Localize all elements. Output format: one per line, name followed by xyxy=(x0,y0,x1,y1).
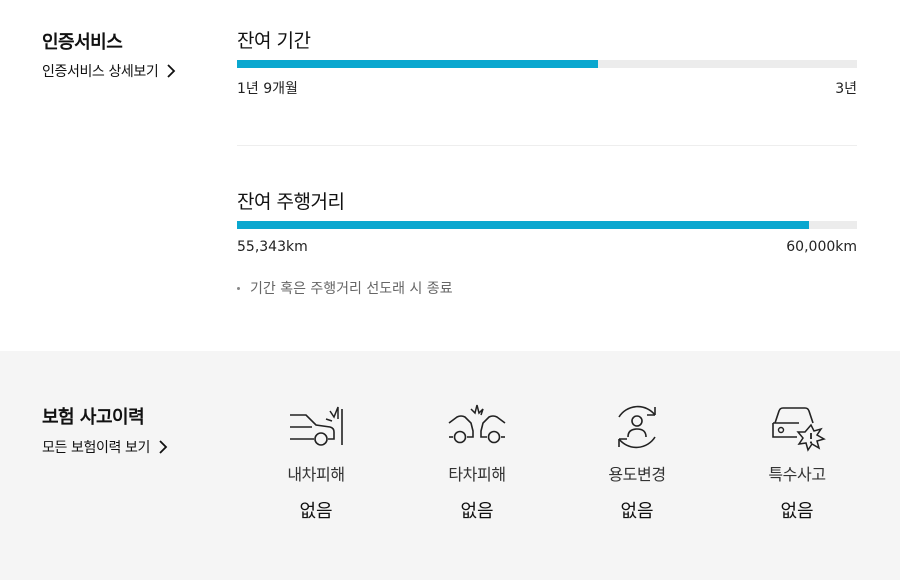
remaining-period-label: 잔여 기간 xyxy=(237,30,311,52)
remaining-mileage-label: 잔여 주행거리 xyxy=(237,191,345,213)
remaining-mileage-current: 55,343km xyxy=(237,239,308,255)
remaining-mileage-total: 60,000km xyxy=(786,239,857,255)
accident-item-value: 없음 xyxy=(460,501,494,522)
insurance-history-panel: 보험 사고이력 모든 보험이력 보기 내차피해 없음 타차피해 없음 용도변경 … xyxy=(0,351,900,580)
accident-item-label: 용도변경 xyxy=(608,465,666,484)
accident-item-value: 없음 xyxy=(780,501,814,522)
insurance-history-link-label: 모든 보험이력 보기 xyxy=(42,440,150,456)
expiry-note-text: 기간 혹은 주행거리 선도래 시 종료 xyxy=(250,281,453,297)
remaining-period-bar xyxy=(237,60,857,68)
insurance-section-title: 보험 사고이력 xyxy=(42,407,145,428)
remaining-period-total: 3년 xyxy=(835,81,857,97)
cert-detail-link-label: 인증서비스 상세보기 xyxy=(42,64,159,80)
cert-section-title: 인증서비스 xyxy=(42,32,123,53)
other-car-damage-icon xyxy=(448,404,506,444)
remaining-period-current: 1년 9개월 xyxy=(237,81,298,97)
accident-item-value: 없음 xyxy=(299,501,333,522)
accident-item-value: 없음 xyxy=(620,501,654,522)
chevron-right-icon xyxy=(159,440,168,454)
accident-item-usage-change: 용도변경 없음 xyxy=(577,401,697,523)
remaining-period-bar-fill xyxy=(237,60,599,68)
remaining-mileage-bar-fill xyxy=(237,221,809,229)
accident-item-label: 내차피해 xyxy=(287,465,345,484)
bullet-dot xyxy=(237,286,240,290)
accident-item-special: 특수사고 없음 xyxy=(737,401,857,523)
insurance-history-link[interactable]: 모든 보험이력 보기 xyxy=(42,437,170,457)
cert-detail-link[interactable]: 인증서비스 상세보기 xyxy=(42,61,178,81)
remaining-mileage-bar xyxy=(237,221,857,229)
accident-item-other-damage: 타차피해 없음 xyxy=(417,401,537,523)
chevron-right-icon xyxy=(167,64,176,78)
metric-divider xyxy=(237,145,857,146)
special-accident-icon xyxy=(772,407,826,452)
accident-item-label: 특수사고 xyxy=(768,465,826,484)
accident-item-label: 타차피해 xyxy=(448,465,506,484)
usage-change-icon xyxy=(618,405,656,449)
accident-item-own-damage: 내차피해 없음 xyxy=(256,401,376,523)
expiry-note: 기간 혹은 주행거리 선도래 시 종료 xyxy=(237,278,453,298)
own-car-damage-icon xyxy=(290,406,343,446)
